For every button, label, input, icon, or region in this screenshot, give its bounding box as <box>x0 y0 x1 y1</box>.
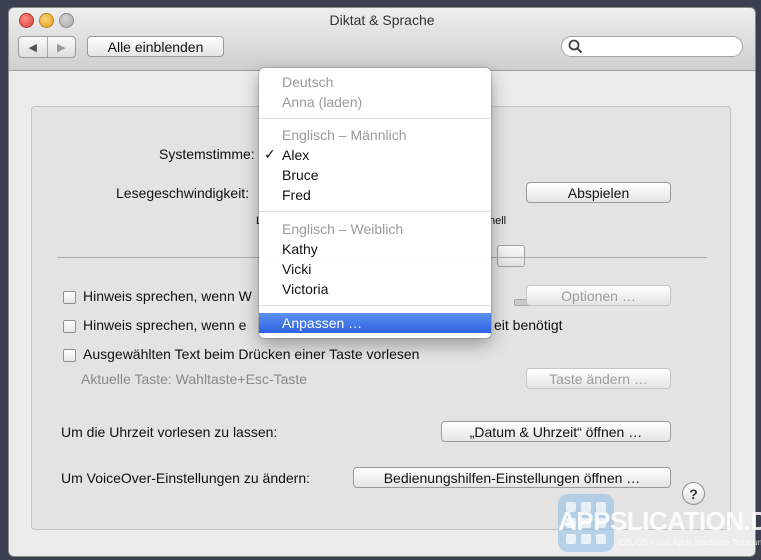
watermark-tagline: iOS, OS X und Apple Hardware Tipps und T… <box>618 538 761 547</box>
menu-separator <box>259 211 491 212</box>
back-arrow-icon[interactable]: ◀ <box>19 37 48 57</box>
checkmark-icon: ✓ <box>264 146 276 162</box>
show-all-button[interactable]: Alle einblenden <box>87 36 224 57</box>
menu-separator <box>259 305 491 306</box>
speak-selected-label: Ausgewählten Text beim Drücken einer Tas… <box>83 346 420 362</box>
appslication-watermark-logo: APPSLICATION.DE iOS, OS X und Apple Hard… <box>556 490 761 558</box>
announce-alerts-checkbox[interactable] <box>63 291 76 304</box>
announce-attention-label: Hinweis sprechen, wenn e <box>83 317 247 333</box>
system-voice-popup[interactable] <box>497 245 525 267</box>
options-button[interactable]: Optionen … <box>526 285 671 306</box>
rate-fast-label: nell <box>489 215 507 227</box>
menu-item-customize[interactable]: Anpassen … <box>259 313 491 333</box>
play-button[interactable]: Abspielen <box>526 182 671 203</box>
announce-alerts-label: Hinweis sprechen, wenn W <box>83 288 252 304</box>
change-key-button[interactable]: Taste ändern … <box>526 368 671 389</box>
menu-item-anna: Anna (laden) <box>282 94 363 110</box>
menu-header-english-female: Englisch – Weiblich <box>282 221 404 237</box>
open-accessibility-button[interactable]: Bedienungshilfen-Einstellungen öffnen … <box>353 467 671 488</box>
watermark-logo-text: APPSLICATION.DE <box>558 506 761 536</box>
menu-item-fred[interactable]: Fred <box>259 185 491 205</box>
clock-label: Um die Uhrzeit vorlesen zu lassen: <box>61 424 278 440</box>
announce-attention-checkbox[interactable] <box>63 320 76 333</box>
voiceover-label: Um VoiceOver-Einstellungen zu ändern: <box>61 470 311 486</box>
menu-header-english-male: Englisch – Männlich <box>282 127 407 143</box>
back-forward-control: ◀ ▶ <box>18 36 76 58</box>
system-voice-label: Systemstimme: <box>159 146 255 162</box>
menu-item-victoria[interactable]: Victoria <box>259 279 491 299</box>
announce-attention-suffix: eit benötigt <box>494 317 563 333</box>
open-date-time-button[interactable]: „Datum & Uhrzeit“ öffnen … <box>441 421 671 442</box>
menu-header-deutsch: Deutsch <box>282 74 334 90</box>
window-title: Diktat & Sprache <box>329 12 435 28</box>
search-icon <box>568 39 583 54</box>
menu-separator <box>259 118 491 119</box>
menu-item-kathy[interactable]: Kathy <box>259 239 491 259</box>
menu-item-bruce[interactable]: Bruce <box>259 165 491 185</box>
menu-item-vicki[interactable]: Vicki <box>259 259 491 279</box>
menu-item-alex[interactable]: ✓ Alex <box>259 145 491 165</box>
forward-arrow-icon[interactable]: ▶ <box>48 37 76 57</box>
speaking-rate-label: Lesegeschwindigkeit: <box>116 185 250 201</box>
current-key-label: Aktuelle Taste: Wahltaste+Esc-Taste <box>81 371 308 387</box>
title-bar: Diktat & Sprache ◀ ▶ Alle einblenden <box>9 8 755 71</box>
speak-selected-checkbox[interactable] <box>63 349 76 362</box>
system-voice-menu: Deutsch Anna (laden) Englisch – Männlich… <box>259 68 491 338</box>
search-field[interactable] <box>561 36 743 57</box>
